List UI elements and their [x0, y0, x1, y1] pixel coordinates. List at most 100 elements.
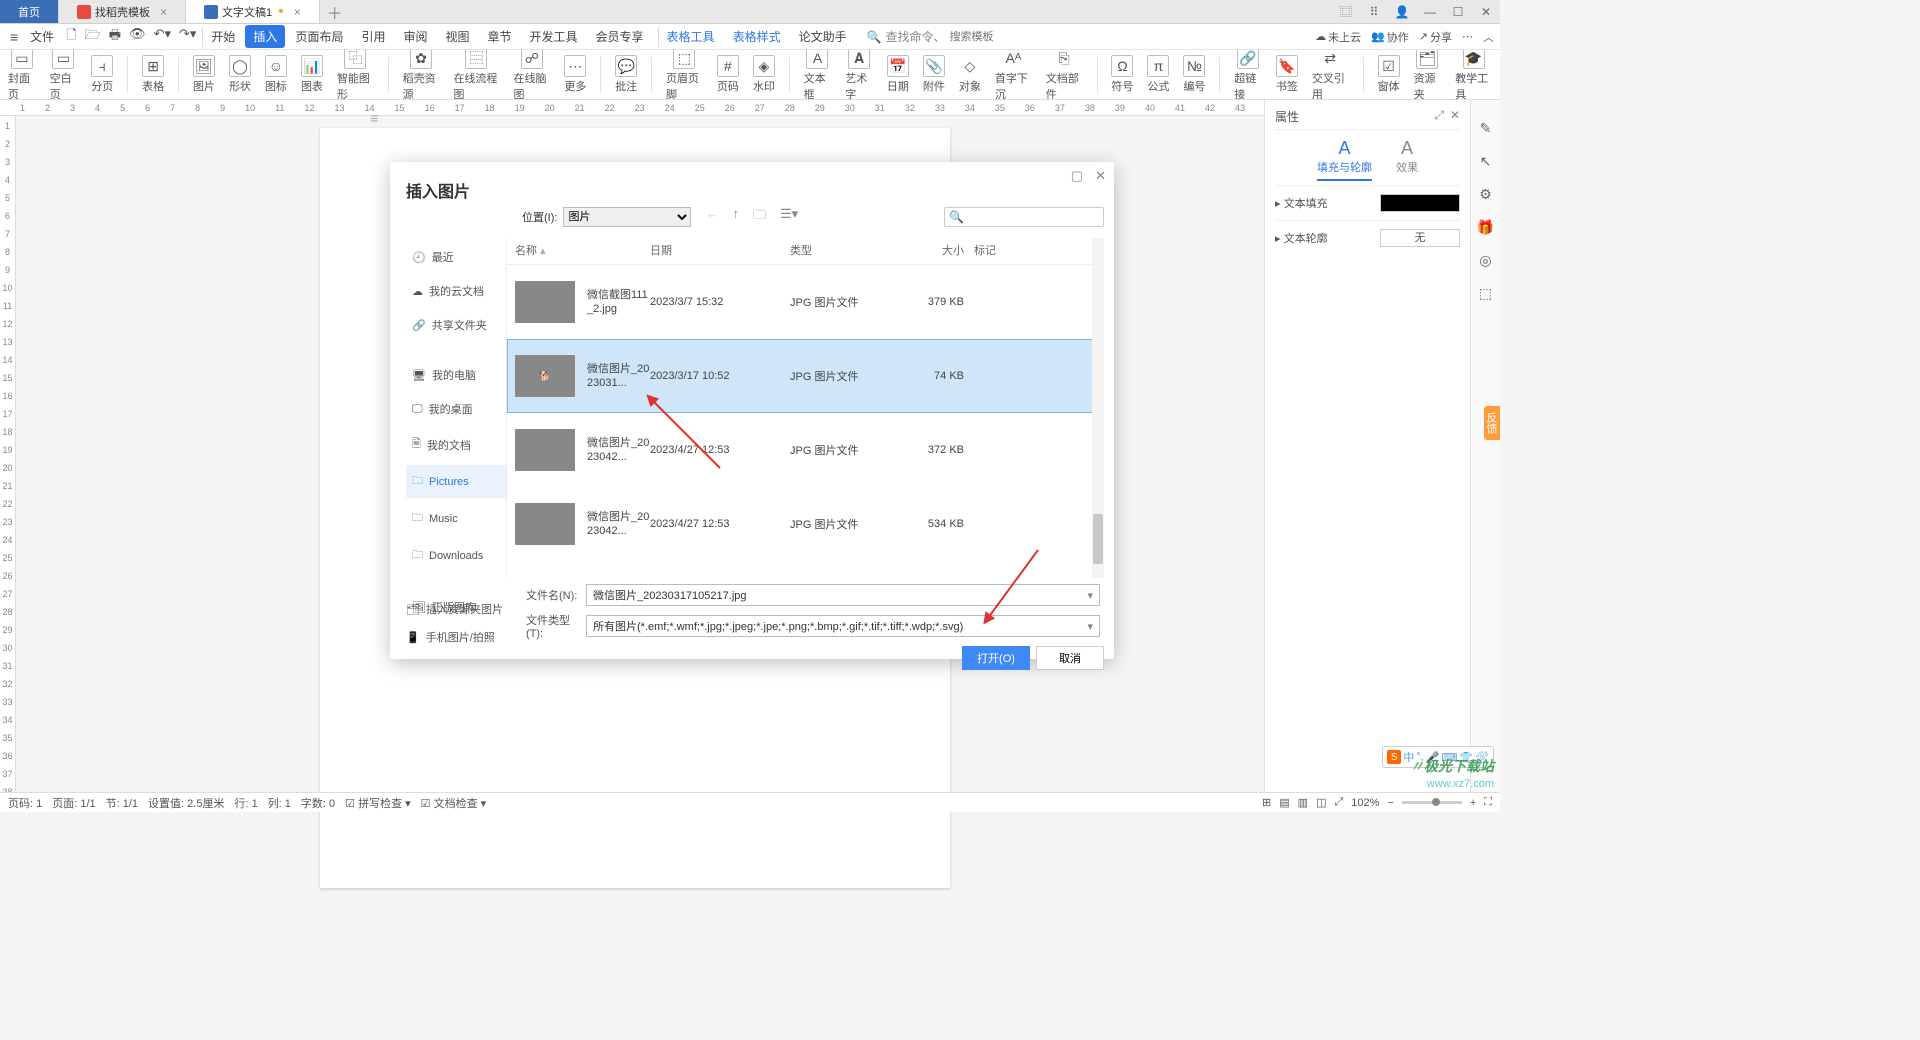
file-row[interactable]: 微信图片_2023042...2023/4/27 12:53JPG 图片文件37…	[507, 413, 1104, 487]
preview-icon[interactable]: 👁	[129, 26, 146, 48]
ribbon-chart[interactable]: 📊图表	[301, 55, 323, 94]
chevron-up-icon[interactable]: ︿	[1483, 29, 1494, 45]
side-recent[interactable]: 🕘 最近	[406, 242, 506, 272]
menu-tablestyle[interactable]: 表格样式	[725, 25, 789, 48]
col-name[interactable]: 名称 ▴	[515, 242, 650, 258]
ribbon-textbox[interactable]: A文本框	[804, 50, 832, 100]
status-pages[interactable]: 页面: 1/1	[52, 795, 95, 811]
menu-insert[interactable]: 插入	[245, 25, 285, 48]
ribbon-parts[interactable]: ⎘文档部件	[1046, 50, 1083, 100]
view-icon[interactable]: ☰▾	[780, 206, 798, 228]
share-button[interactable]: ↗ 分享	[1419, 29, 1452, 45]
dialog-search[interactable]: 🔍	[944, 207, 1104, 227]
cancel-button[interactable]: 取消	[1036, 646, 1104, 670]
ribbon-teach[interactable]: 🎓教学工具	[1455, 50, 1492, 100]
ribbon-wordart[interactable]: 𝐀艺术字	[845, 50, 873, 100]
ribbon-res[interactable]: 🗂资源夹	[1414, 50, 1442, 100]
menu-vip[interactable]: 会员专享	[588, 25, 652, 48]
ribbon-dao[interactable]: ✿稻壳资源	[403, 50, 440, 100]
status-setvalue[interactable]: 设置值: 2.5厘米	[148, 795, 224, 811]
pin-icon[interactable]: ⤢	[1434, 108, 1444, 125]
scrollbar[interactable]	[1092, 238, 1104, 578]
ribbon-header[interactable]: ⬚页眉页脚	[666, 50, 703, 100]
ribbon-more[interactable]: ⋯更多	[564, 55, 586, 94]
ribbon-blank[interactable]: ▭空白页	[50, 50, 78, 100]
ribbon-watermark[interactable]: ◈水印	[753, 55, 775, 94]
dialog-close-icon[interactable]: ✕	[1095, 168, 1106, 184]
newfolder-icon[interactable]: 🗀	[753, 206, 766, 228]
ribbon-break[interactable]: ⫞分页	[91, 55, 113, 94]
ribbon-icon[interactable]: ☺图标	[265, 55, 287, 94]
ribbon-picture[interactable]: 🖼图片	[193, 55, 215, 94]
file-row[interactable]: 微信图片_2023042...2023/4/27 12:53JPG 图片文件53…	[507, 487, 1104, 561]
page-icon[interactable]: ⬚	[1479, 285, 1492, 302]
ribbon-comment[interactable]: 💬批注	[615, 55, 637, 94]
fit-icon[interactable]: ⤢	[1334, 796, 1343, 809]
col-size[interactable]: 大小	[898, 242, 964, 258]
tab-home[interactable]: 首页	[0, 0, 59, 23]
tab-document[interactable]: 文字文稿1•×	[186, 0, 320, 23]
ribbon-mind[interactable]: ☍在线脑图	[513, 50, 550, 100]
ribbon-formula[interactable]: π公式	[1147, 55, 1169, 94]
view-mode-icon[interactable]: ▥	[1298, 796, 1308, 809]
close-icon[interactable]: ✕	[1450, 108, 1460, 125]
status-doccheck[interactable]: ☑ 文档检查 ▾	[421, 795, 487, 811]
ribbon-table[interactable]: ⊞表格	[142, 55, 164, 94]
fullscreen-icon[interactable]: ⛶	[1484, 796, 1492, 809]
view-mode-icon[interactable]: ▤	[1279, 796, 1289, 809]
ribbon-crossref[interactable]: ⇄交叉引用	[1312, 50, 1349, 100]
menu-start[interactable]: 开始	[202, 25, 243, 48]
new-icon[interactable]: 🗋	[66, 26, 76, 48]
side-phone[interactable]: 📱 手机图片/拍照	[406, 629, 503, 645]
side-res[interactable]: 🗂 插入资源夹图片	[406, 601, 503, 617]
close-icon[interactable]: ×	[294, 5, 301, 19]
view-mode-icon[interactable]: ◫	[1316, 796, 1326, 809]
zoom-label[interactable]: 102%	[1351, 797, 1379, 809]
status-spell[interactable]: ☑ 拼写检查 ▾	[345, 795, 411, 811]
menu-ref[interactable]: 引用	[353, 25, 393, 48]
ribbon-date[interactable]: 📅日期	[887, 55, 909, 94]
zoom-in-icon[interactable]: +	[1470, 797, 1476, 809]
menu-tabletool[interactable]: 表格工具	[658, 25, 723, 48]
print-icon[interactable]: 🖶	[109, 26, 121, 48]
menu-layout[interactable]: 页面布局	[287, 25, 351, 48]
ribbon-number[interactable]: №编号	[1183, 55, 1205, 94]
avatar-icon[interactable]: 👤	[1388, 5, 1416, 19]
ribbon-link[interactable]: 🔗超链接	[1234, 50, 1262, 100]
menu-dev[interactable]: 开发工具	[522, 25, 586, 48]
ribbon-object[interactable]: ◇对象	[959, 55, 981, 94]
page-hamburger-icon[interactable]: ≡	[370, 110, 390, 130]
maximize-icon[interactable]: ☐	[1444, 5, 1472, 19]
ribbon-form[interactable]: ☑窗体	[1378, 55, 1400, 94]
zoom-out-icon[interactable]: −	[1387, 797, 1393, 809]
status-col[interactable]: 列: 1	[268, 795, 291, 811]
ribbon-pagenum[interactable]: #页码	[717, 55, 739, 94]
location-icon[interactable]: ◎	[1479, 252, 1491, 269]
settings-icon[interactable]: ⚙	[1479, 186, 1492, 203]
hamburger-icon[interactable]: ≡	[6, 29, 22, 45]
cursor-icon[interactable]: ↖	[1480, 153, 1492, 170]
tab-fill[interactable]: A填充与轮廓	[1317, 138, 1372, 181]
status-row[interactable]: 行: 1	[234, 795, 257, 811]
file-row[interactable]: 🐕 微信图片_2023031...2023/3/17 10:52JPG 图片文件…	[507, 339, 1104, 413]
undo-icon[interactable]: ↶▾	[154, 26, 171, 48]
status-section[interactable]: 节: 1/1	[106, 795, 138, 811]
minimize-icon[interactable]: —	[1416, 5, 1444, 19]
close-icon[interactable]: ×	[160, 5, 167, 19]
side-shared[interactable]: 🔗 共享文件夹	[406, 310, 506, 340]
ribbon-attach[interactable]: 📎附件	[923, 55, 945, 94]
new-tab-button[interactable]: ＋	[320, 0, 350, 23]
location-select[interactable]: 图片	[563, 207, 691, 227]
status-chars[interactable]: 字数: 0	[301, 795, 335, 811]
zoom-slider[interactable]	[1402, 801, 1462, 804]
ribbon-bookmark[interactable]: 🔖书签	[1276, 55, 1298, 94]
feedback-tab[interactable]: 反馈	[1484, 406, 1500, 440]
status-page[interactable]: 页码: 1	[8, 795, 42, 811]
redo-icon[interactable]: ↷▾	[179, 26, 196, 48]
up-icon[interactable]: ↑	[732, 206, 739, 228]
menu-section[interactable]: 章节	[480, 25, 520, 48]
color-picker[interactable]	[1380, 194, 1460, 212]
col-tag[interactable]: 标记	[964, 242, 1104, 258]
outline-select[interactable]: 无	[1380, 229, 1460, 247]
coop-button[interactable]: 👥 协作	[1371, 29, 1409, 45]
